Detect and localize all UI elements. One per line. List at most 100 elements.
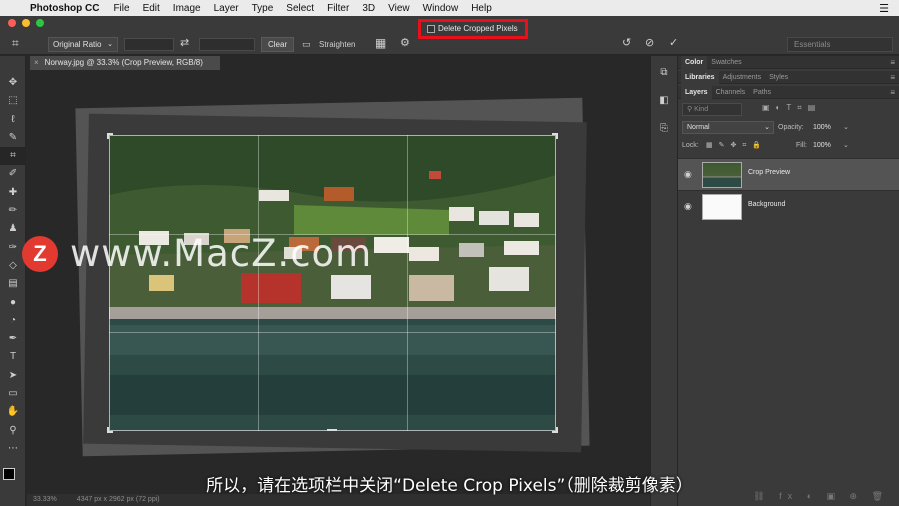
crop-handle-bottom[interactable] xyxy=(327,429,337,431)
menu-file[interactable]: File xyxy=(113,3,129,14)
overlay-grid-icon[interactable]: ▦ xyxy=(375,36,386,50)
menu-filter[interactable]: Filter xyxy=(327,3,349,14)
menu-select[interactable]: Select xyxy=(286,3,314,14)
gear-icon[interactable]: ⚙ xyxy=(400,36,410,49)
right-panels: Color Swatches ≡ Libraries Adjustments S… xyxy=(678,55,899,506)
rectangle-tool-icon[interactable]: ▭ xyxy=(0,385,26,403)
tab-styles[interactable]: Styles xyxy=(765,71,792,84)
tab-swatches[interactable]: Swatches xyxy=(707,56,745,69)
straighten-label: Straighten xyxy=(319,40,356,49)
blend-row: Normal ⌄ Opacity: 100% ⌄ xyxy=(678,119,899,137)
clear-button[interactable]: Clear xyxy=(261,37,295,52)
blend-mode-select[interactable]: Normal ⌄ xyxy=(682,121,774,134)
tab-libraries[interactable]: Libraries xyxy=(681,70,719,84)
menu-image[interactable]: Image xyxy=(173,3,201,14)
panel-menu-icon[interactable]: ≡ xyxy=(890,71,895,84)
tab-channels[interactable]: Channels xyxy=(712,86,750,99)
brush-tool-icon[interactable]: ✏ xyxy=(0,202,26,220)
fill-label: Fill: xyxy=(796,142,807,149)
close-icon[interactable]: × xyxy=(34,58,39,67)
color-panel-tabs: Color Swatches ≡ xyxy=(678,55,899,69)
panel-menu-icon[interactable]: ≡ xyxy=(890,56,895,69)
tab-paths[interactable]: Paths xyxy=(749,86,775,99)
zoom-window-button[interactable] xyxy=(36,19,44,27)
healing-tool-icon[interactable]: ✚ xyxy=(0,184,26,202)
menu-3d[interactable]: 3D xyxy=(362,3,375,14)
delete-cropped-pixels-checkbox[interactable]: Delete Cropped Pixels xyxy=(427,23,518,34)
checkbox-icon xyxy=(427,24,435,33)
tab-adjustments[interactable]: Adjustments xyxy=(719,71,766,84)
filter-type-icons[interactable]: ▣◐T⌗▤ xyxy=(762,103,821,113)
chevron-down-icon[interactable]: ⌄ xyxy=(843,139,849,152)
commit-crop-icon[interactable]: ✓ xyxy=(669,36,678,49)
pen-tool-icon[interactable]: ✒ xyxy=(0,330,26,348)
layer-row-crop-preview[interactable]: ◉ Crop Preview xyxy=(678,158,899,190)
panel-menu-icon[interactable]: ≡ xyxy=(890,86,895,99)
move-tool-icon[interactable]: ✥ xyxy=(0,74,26,92)
blur-tool-icon[interactable]: ● xyxy=(0,294,26,312)
layer-thumbnail xyxy=(702,162,742,188)
crop-handle-top-right[interactable] xyxy=(552,133,558,139)
straighten-button[interactable]: ▭ Straighten xyxy=(302,37,355,52)
blend-mode-value: Normal xyxy=(687,124,710,131)
tab-layers[interactable]: Layers xyxy=(681,85,712,99)
panel-icon-column: ⧉ ◧ ⎘ xyxy=(650,56,678,506)
history-panel-icon[interactable]: ⧉ xyxy=(651,62,677,84)
gradient-tool-icon[interactable]: ▤ xyxy=(0,275,26,293)
eye-icon[interactable]: ◉ xyxy=(684,169,692,180)
more-tools-icon[interactable]: ⋯ xyxy=(0,440,26,458)
tools-panel: ✥ ⬚ ℓ ✎ ⌗ ✐ ✚ ✏ ♟ ✑ ◇ ▤ ● ◔ ✒ T ➤ ▭ ✋ ⚲ … xyxy=(0,56,26,506)
opacity-value[interactable]: 100% xyxy=(813,121,831,134)
app-name-menu[interactable]: Photoshop CC xyxy=(30,3,99,14)
crop-frame[interactable] xyxy=(109,135,556,431)
crop-ratio-select[interactable]: Original Ratio ⌄ xyxy=(48,37,118,52)
menu-type[interactable]: Type xyxy=(252,3,274,14)
crop-handle-bottom-left[interactable] xyxy=(107,427,113,433)
crop-tool-icon[interactable]: ⌗ xyxy=(0,147,26,166)
video-subtitle: 所以，请在选项栏中关闭“Delete Crop Pixels”（删除裁剪像素） xyxy=(206,476,693,496)
cancel-crop-icon[interactable]: ⊘ xyxy=(645,36,654,49)
delete-cropped-pixels-label: Delete Cropped Pixels xyxy=(438,24,518,33)
eye-icon[interactable]: ◉ xyxy=(684,201,692,212)
layer-name: Background xyxy=(748,201,786,208)
fill-value[interactable]: 100% xyxy=(813,139,831,152)
lock-icons[interactable]: ▦✎✥⌗🔒 xyxy=(706,139,767,152)
crop-tool-preset-icon[interactable]: ⌗ xyxy=(12,36,19,51)
hand-tool-icon[interactable]: ✋ xyxy=(0,403,26,421)
dodge-tool-icon[interactable]: ◔ xyxy=(0,312,26,330)
path-select-icon[interactable]: ➤ xyxy=(0,367,26,385)
zoom-tool-icon[interactable]: ⚲ xyxy=(0,422,26,440)
menu-window[interactable]: Window xyxy=(423,3,459,14)
type-tool-icon[interactable]: T xyxy=(0,348,26,366)
eyedropper-tool-icon[interactable]: ✐ xyxy=(0,165,26,183)
layer-name: Crop Preview xyxy=(748,169,791,176)
chevron-down-icon: ⌄ xyxy=(764,124,770,131)
crop-width-field[interactable] xyxy=(124,38,174,51)
quick-select-tool-icon[interactable]: ✎ xyxy=(0,129,26,147)
crop-handle-top-left[interactable] xyxy=(107,133,113,139)
window-controls xyxy=(8,19,44,27)
marquee-tool-icon[interactable]: ⬚ xyxy=(0,92,26,110)
close-window-button[interactable] xyxy=(8,19,16,27)
minimize-window-button[interactable] xyxy=(22,19,30,27)
lasso-tool-icon[interactable]: ℓ xyxy=(0,111,26,129)
menu-help[interactable]: Help xyxy=(471,3,492,14)
chevron-down-icon[interactable]: ⌄ xyxy=(843,121,849,134)
opacity-label: Opacity: xyxy=(778,124,804,131)
paragraph-panel-icon[interactable]: ⎘ xyxy=(651,118,677,140)
list-icon[interactable]: ☰ xyxy=(879,2,889,15)
document-tab[interactable]: × Norway.jpg @ 33.3% (Crop Preview, RGB/8… xyxy=(30,56,220,70)
crop-handle-bottom-right[interactable] xyxy=(552,427,558,433)
layer-row-background[interactable]: ◉ Background xyxy=(678,190,899,222)
tab-color[interactable]: Color xyxy=(681,55,708,69)
menu-edit[interactable]: Edit xyxy=(143,3,160,14)
kind-filter-select[interactable]: ⚲ Kind xyxy=(682,103,742,116)
crop-height-field[interactable] xyxy=(199,38,255,51)
reset-icon[interactable]: ↺ xyxy=(622,36,631,49)
menu-view[interactable]: View xyxy=(388,3,410,14)
menu-layer[interactable]: Layer xyxy=(214,3,239,14)
lock-row: Lock: ▦✎✥⌗🔒 Fill: 100% ⌄ xyxy=(678,137,899,155)
properties-panel-icon[interactable]: ◧ xyxy=(651,90,677,112)
workspace-select[interactable]: Essentials xyxy=(787,37,893,52)
swap-dimensions-icon[interactable]: ⇄ xyxy=(180,36,189,49)
